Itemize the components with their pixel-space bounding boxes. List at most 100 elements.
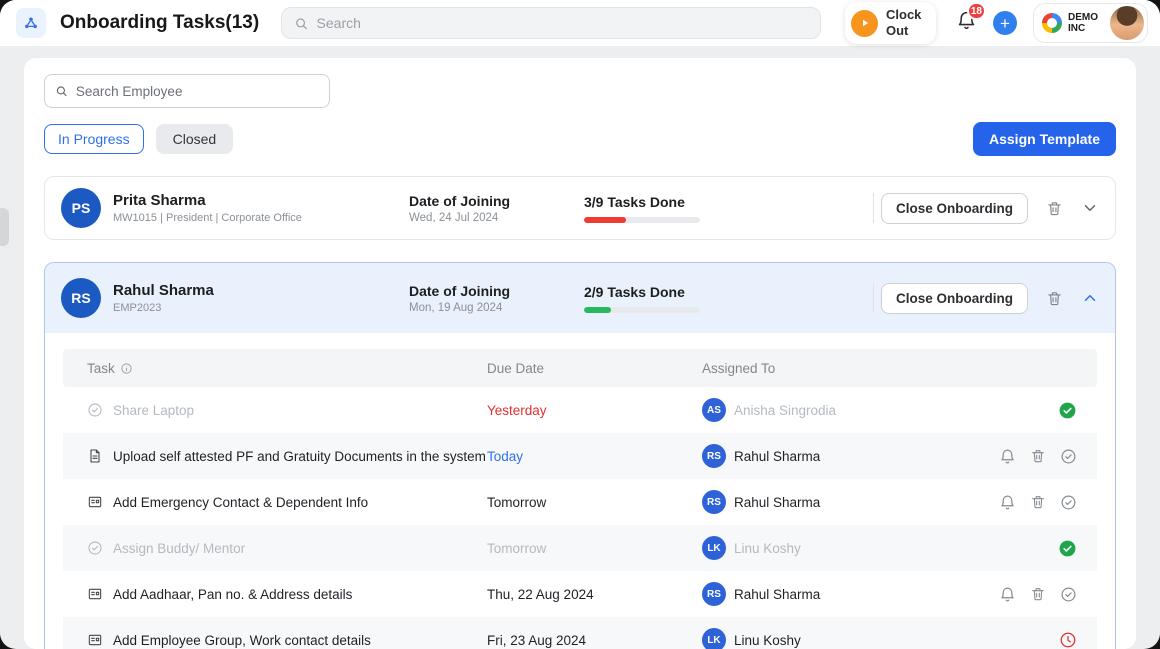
assignee-name: Rahul Sharma: [734, 449, 820, 464]
tasks-done-label: 2/9 Tasks Done: [584, 284, 873, 300]
due-date: Tomorrow: [487, 541, 702, 556]
employee-meta: MW1015 | President | Corporate Office: [113, 212, 302, 224]
user-avatar: [1110, 6, 1144, 40]
mark-done-icon[interactable]: [1060, 448, 1077, 465]
assignee-avatar: LK: [702, 536, 726, 560]
page-title: Onboarding Tasks(13): [60, 12, 259, 34]
employee-avatar: RS: [61, 278, 101, 318]
doj-label: Date of Joining: [409, 283, 584, 299]
check-circle-icon: [87, 402, 103, 418]
task-name: Add Aadhaar, Pan no. & Address details: [113, 587, 352, 602]
reminder-bell-icon[interactable]: [999, 586, 1016, 603]
assignee-avatar: LK: [702, 628, 726, 649]
employee-card-prita: PS Prita Sharma MW1015 | President | Cor…: [44, 176, 1116, 240]
divider: [873, 193, 874, 223]
search-icon: [294, 16, 308, 31]
search-icon: [55, 84, 68, 98]
add-button[interactable]: +: [993, 11, 1017, 35]
form-icon: [87, 632, 103, 648]
delete-task-icon[interactable]: [1030, 448, 1046, 464]
assignee-name: Rahul Sharma: [734, 495, 820, 510]
form-icon: [87, 586, 103, 602]
task-table-header: Task Due Date Assigned To: [63, 349, 1097, 387]
doj-date: Mon, 19 Aug 2024: [409, 302, 584, 314]
task-name: Add Emergency Contact & Dependent Info: [113, 495, 368, 510]
column-task: Task: [87, 361, 115, 376]
assignee-name: Linu Koshy: [734, 633, 801, 648]
global-search[interactable]: [281, 7, 821, 39]
assignee-name: Anisha Singrodia: [734, 403, 836, 418]
mark-done-icon[interactable]: [1060, 586, 1077, 603]
progress-bar: [584, 307, 700, 313]
completed-check-icon[interactable]: [1058, 539, 1077, 558]
task-row: Add Emergency Contact & Dependent Info T…: [63, 479, 1097, 525]
reminder-bell-icon[interactable]: [999, 448, 1016, 465]
assignee-avatar: RS: [702, 490, 726, 514]
mark-done-icon[interactable]: [1060, 494, 1077, 511]
task-name: Upload self attested PF and Gratuity Doc…: [113, 449, 486, 464]
assignee-avatar: RS: [702, 582, 726, 606]
close-onboarding-button[interactable]: Close Onboarding: [881, 283, 1028, 314]
delete-icon[interactable]: [1046, 290, 1063, 307]
company-logo-icon: [1042, 13, 1062, 33]
employee-card-header[interactable]: RS Rahul Sharma EMP2023 Date of Joining …: [45, 263, 1115, 333]
app-logo-icon: [16, 8, 46, 38]
task-row: Assign Buddy/ Mentor Tomorrow LK Linu Ko…: [63, 525, 1097, 571]
notification-badge: 18: [967, 2, 986, 20]
due-date: Tomorrow: [487, 495, 702, 510]
tab-closed[interactable]: Closed: [156, 124, 234, 154]
doj-date: Wed, 24 Jul 2024: [409, 212, 584, 224]
assignee-avatar: AS: [702, 398, 726, 422]
company-menu[interactable]: DEMO INC: [1033, 3, 1148, 43]
topbar: Onboarding Tasks(13) Clock Out 18 +: [0, 0, 1160, 46]
clock-out-button[interactable]: Clock Out: [845, 2, 936, 43]
column-due-date: Due Date: [487, 361, 702, 376]
task-table: Task Due Date Assigned To Share Laptop: [63, 349, 1097, 649]
doj-label: Date of Joining: [409, 193, 584, 209]
completed-check-icon[interactable]: [1058, 401, 1077, 420]
filter-tabs: In Progress Closed Assign Template: [44, 122, 1116, 156]
onboarding-panel: In Progress Closed Assign Template PS Pr…: [24, 58, 1136, 649]
overdue-clock-icon: [1059, 631, 1077, 649]
employee-name: Rahul Sharma: [113, 282, 214, 299]
side-panel-handle[interactable]: [0, 208, 9, 246]
app-window: Onboarding Tasks(13) Clock Out 18 +: [0, 0, 1160, 649]
tasks-done-label: 3/9 Tasks Done: [584, 194, 873, 210]
assignee-name: Linu Koshy: [734, 541, 801, 556]
clock-out-label: Clock Out: [886, 7, 926, 38]
clock-play-icon: [851, 10, 878, 37]
employee-card-header[interactable]: PS Prita Sharma MW1015 | President | Cor…: [45, 177, 1115, 239]
task-name: Add Employee Group, Work contact details: [113, 633, 371, 648]
due-date: Fri, 23 Aug 2024: [487, 633, 702, 648]
task-row: Share Laptop Yesterday AS Anisha Singrod…: [63, 387, 1097, 433]
delete-task-icon[interactable]: [1030, 494, 1046, 510]
delete-icon[interactable]: [1046, 200, 1063, 217]
document-icon: [87, 448, 103, 464]
info-icon[interactable]: [120, 362, 133, 375]
notifications-button[interactable]: 18: [956, 10, 977, 36]
tab-in-progress[interactable]: In Progress: [44, 124, 144, 154]
due-date: Thu, 22 Aug 2024: [487, 587, 702, 602]
chevron-down-icon[interactable]: [1081, 199, 1099, 217]
assignee-avatar: RS: [702, 444, 726, 468]
employee-card-rahul: RS Rahul Sharma EMP2023 Date of Joining …: [44, 262, 1116, 649]
form-icon: [87, 494, 103, 510]
due-date: Today: [487, 449, 702, 464]
reminder-bell-icon[interactable]: [999, 494, 1016, 511]
employee-search-input[interactable]: [76, 84, 319, 99]
chevron-up-icon[interactable]: [1081, 289, 1099, 307]
assign-template-button[interactable]: Assign Template: [973, 122, 1116, 156]
employee-search[interactable]: [44, 74, 330, 108]
employee-avatar: PS: [61, 188, 101, 228]
task-name: Share Laptop: [113, 403, 194, 418]
global-search-input[interactable]: [317, 15, 809, 31]
close-onboarding-button[interactable]: Close Onboarding: [881, 193, 1028, 224]
check-circle-icon: [87, 540, 103, 556]
employee-name: Prita Sharma: [113, 192, 302, 209]
divider: [873, 283, 874, 313]
due-date: Yesterday: [487, 403, 702, 418]
progress-bar: [584, 217, 700, 223]
delete-task-icon[interactable]: [1030, 586, 1046, 602]
column-assigned-to: Assigned To: [702, 361, 937, 376]
task-name: Assign Buddy/ Mentor: [113, 541, 245, 556]
